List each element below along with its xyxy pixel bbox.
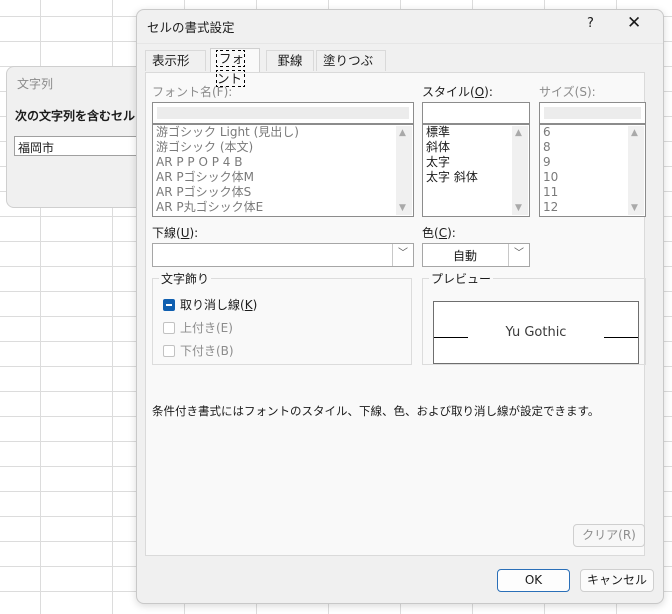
effects-legend: 文字飾り bbox=[159, 270, 212, 287]
close-icon[interactable]: ✕ bbox=[627, 13, 641, 33]
color-value: 自動 bbox=[452, 249, 477, 263]
ok-button[interactable]: OK bbox=[497, 569, 570, 592]
access-key: O bbox=[474, 85, 485, 99]
find-text-input[interactable]: 福岡市 bbox=[14, 136, 154, 156]
font-option[interactable]: AR Pゴシック体S bbox=[153, 185, 413, 200]
help-button[interactable]: ? bbox=[587, 16, 594, 31]
tab-label: 罫線 bbox=[277, 53, 303, 68]
scroll-up-icon[interactable]: ▲ bbox=[631, 128, 638, 138]
scroll-up-icon[interactable]: ▲ bbox=[515, 128, 522, 138]
scroll-down-icon[interactable]: ▼ bbox=[515, 203, 522, 213]
label-text: ): bbox=[189, 226, 199, 240]
font-option[interactable]: AR Pゴシック体M bbox=[153, 170, 413, 185]
font-option[interactable]: AR P P O P 4 B bbox=[153, 155, 413, 170]
size-label: サイズ(S): bbox=[539, 85, 596, 99]
color-label: 色(C): bbox=[422, 224, 456, 241]
tab-border[interactable]: 罫線 bbox=[266, 50, 314, 71]
label-text: スタイル( bbox=[422, 85, 475, 99]
label-text: 下付き(B) bbox=[180, 344, 234, 358]
strikethrough-checkbox[interactable]: 取り消し線(K) bbox=[163, 296, 257, 314]
scroll-down-icon[interactable]: ▼ bbox=[631, 203, 638, 213]
tab-font[interactable]: フォント bbox=[210, 48, 260, 87]
checkbox-icon bbox=[163, 345, 175, 357]
tab-label: フォント bbox=[215, 50, 246, 87]
underline-label: 下線(U): bbox=[152, 224, 198, 241]
font-tab-panel: フォント名(F): 游ゴシック Light (見出し) 游ゴシック (本文) A… bbox=[145, 72, 646, 556]
access-key: C bbox=[438, 226, 448, 240]
dialog-title: セルの書式設定 bbox=[147, 20, 235, 35]
font-option[interactable]: 游ゴシック (本文) bbox=[153, 140, 413, 155]
font-option[interactable]: 游ゴシック Light (見出し) bbox=[153, 125, 413, 140]
size-input bbox=[539, 102, 646, 124]
color-dropdown[interactable]: 自動 ﹀ bbox=[422, 243, 530, 267]
find-text-dialog-title: 文字列 bbox=[17, 77, 54, 91]
subscript-checkbox[interactable]: 下付き(B) bbox=[163, 342, 234, 360]
label-text: ) bbox=[252, 298, 258, 312]
label-text: 取り消し線( bbox=[180, 298, 245, 312]
font-option[interactable]: AR P丸ゴシック体E bbox=[153, 200, 413, 215]
title-separator bbox=[137, 43, 663, 44]
label-text: ): bbox=[484, 85, 493, 99]
scroll-down-icon[interactable]: ▼ bbox=[399, 203, 406, 213]
font-name-list[interactable]: 游ゴシック Light (見出し) 游ゴシック (本文) AR P P O P … bbox=[152, 124, 414, 217]
tab-number-format[interactable]: 表示形式 bbox=[145, 50, 206, 88]
style-list-scrollbar[interactable]: ▲ ▼ bbox=[512, 126, 528, 215]
size-list[interactable]: 6 8 9 10 11 12 ▲ ▼ bbox=[539, 124, 646, 217]
chevron-down-icon[interactable]: ﹀ bbox=[392, 244, 413, 266]
preview-baseline-right bbox=[604, 337, 638, 338]
style-label: スタイル(O): bbox=[422, 83, 493, 100]
label-text: 上付き(E) bbox=[180, 321, 233, 335]
preview-group: プレビュー Yu Gothic bbox=[422, 270, 646, 365]
tab-fill[interactable]: 塗りつぶし bbox=[316, 50, 386, 88]
label-text: 色( bbox=[422, 226, 439, 240]
scroll-up-icon[interactable]: ▲ bbox=[399, 128, 406, 138]
format-cells-dialog: セルの書式設定 ? ✕ 表示形式 フォント 罫線 塗りつぶし フォント名(F):… bbox=[136, 9, 664, 604]
label-text: 下線( bbox=[152, 226, 181, 240]
effects-group: 文字飾り 取り消し線(K) 上付き(E) 下付き(B) bbox=[152, 270, 412, 365]
info-note: 条件付き書式にはフォントのスタイル、下線、色、および取り消し線が設定できます。 bbox=[152, 404, 600, 418]
underline-dropdown[interactable]: ﹀ bbox=[152, 243, 414, 267]
checkbox-icon bbox=[163, 322, 175, 334]
preview-legend: プレビュー bbox=[429, 270, 494, 287]
size-list-scrollbar[interactable]: ▲ ▼ bbox=[628, 126, 644, 215]
preview-box: Yu Gothic bbox=[433, 301, 639, 364]
font-list-scrollbar[interactable]: ▲ ▼ bbox=[396, 126, 412, 215]
label-text: ): bbox=[447, 226, 456, 240]
cancel-button[interactable]: キャンセル bbox=[580, 569, 654, 592]
style-list[interactable]: 標準 斜体 太字 太字 斜体 ▲ ▼ bbox=[422, 124, 530, 217]
chevron-down-icon[interactable]: ﹀ bbox=[508, 244, 529, 266]
access-key: K bbox=[244, 298, 253, 312]
style-input[interactable] bbox=[422, 102, 530, 124]
font-name-input bbox=[152, 102, 414, 124]
superscript-checkbox[interactable]: 上付き(E) bbox=[163, 319, 233, 337]
checkbox-indeterminate-icon bbox=[163, 299, 175, 311]
clear-button[interactable]: クリア(R) bbox=[573, 524, 645, 547]
